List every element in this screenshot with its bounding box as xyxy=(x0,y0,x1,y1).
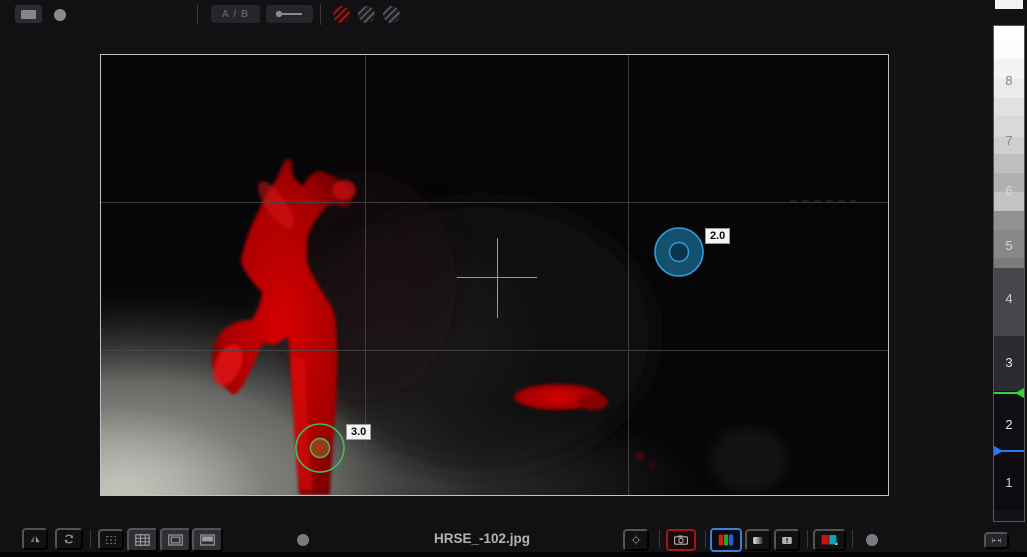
focus-mask-colors-icon xyxy=(821,535,838,545)
rgb-histogram-icon xyxy=(718,534,734,546)
zone-marker[interactable] xyxy=(994,388,1024,398)
divider xyxy=(807,530,808,548)
frame-overlay-button[interactable] xyxy=(160,528,191,552)
zone-band xyxy=(994,98,1024,116)
sample-value-label: 3.0 xyxy=(346,424,372,440)
exposure-zone-scale[interactable]: 8 7 6 5 4 3 2 1 xyxy=(993,25,1025,522)
camera-icon xyxy=(674,535,688,545)
zone-label-8: 8 xyxy=(1005,73,1013,88)
status-dot xyxy=(297,534,309,546)
exposure-sample-marker[interactable] xyxy=(653,226,705,278)
focus-mask-red-icon[interactable] xyxy=(333,6,350,23)
flip-horizontal-icon xyxy=(30,535,40,543)
zone-label-1: 1 xyxy=(1005,475,1013,490)
rgb-histogram-button[interactable] xyxy=(710,528,742,552)
rotate-icon xyxy=(64,534,74,544)
image-viewport[interactable]: 2.0 3.0 xyxy=(100,54,889,496)
exposure-warning-button[interactable] xyxy=(774,529,800,551)
zone-label-7: 7 xyxy=(1005,133,1013,148)
sample-circle-icon xyxy=(295,423,345,473)
zone-band xyxy=(994,154,1024,173)
divider xyxy=(852,530,853,548)
crosshair-target-icon xyxy=(631,535,641,545)
adjustment-slider-button[interactable] xyxy=(266,5,313,23)
target-button[interactable] xyxy=(623,529,649,551)
rotate-button[interactable] xyxy=(55,528,83,550)
mask-overlay-icon xyxy=(200,534,215,546)
focus-frame-icon xyxy=(106,535,116,544)
focus-frame-button[interactable] xyxy=(98,529,124,550)
divider xyxy=(659,530,660,548)
sample-circle-icon xyxy=(654,227,704,277)
window-edge xyxy=(0,552,1027,557)
slider-icon xyxy=(275,10,302,18)
status-dot xyxy=(866,534,878,546)
camera-live-button[interactable] xyxy=(666,529,696,551)
top-toolbar: A / B xyxy=(0,0,1027,30)
grayscale-button[interactable] xyxy=(745,529,771,551)
divider xyxy=(90,530,91,548)
exposure-warning-icon xyxy=(782,536,792,544)
zone-band xyxy=(994,258,1024,268)
clipped-scale-top xyxy=(995,0,1023,9)
bottom-toolbar: HRSE_-102.jpg xyxy=(0,525,1027,552)
zone-band xyxy=(994,211,1024,230)
zone-marker-arrow xyxy=(994,446,1003,456)
zone-band xyxy=(994,510,1024,521)
exposure-sample-marker[interactable] xyxy=(294,422,346,474)
zone-marker-arrow xyxy=(1015,388,1024,398)
grid-overlay-button[interactable] xyxy=(127,528,158,552)
overlay-stripe-icon[interactable] xyxy=(358,6,375,23)
zone-label-4: 4 xyxy=(1005,291,1013,306)
zone-label-2: 2 xyxy=(1005,417,1013,432)
zone-marker[interactable] xyxy=(994,446,1024,456)
fit-width-icon xyxy=(992,538,1001,543)
grid-overlay-icon xyxy=(135,534,150,546)
sample-value-label: 2.0 xyxy=(705,228,731,244)
overlay-stripe-icon[interactable] xyxy=(383,6,400,23)
zone-label-6: 6 xyxy=(1005,183,1013,198)
frame-overlay-icon xyxy=(168,534,183,546)
display-icon xyxy=(21,9,36,19)
fit-width-button[interactable] xyxy=(984,532,1009,549)
filename-label: HRSE_-102.jpg xyxy=(433,531,531,546)
ab-compare-button[interactable]: A / B xyxy=(211,5,260,23)
divider xyxy=(320,4,321,25)
focus-mask-colors-button[interactable] xyxy=(813,529,846,551)
grayscale-icon xyxy=(753,536,763,544)
zone-label-3: 3 xyxy=(1005,355,1013,370)
flip-horizontal-button[interactable] xyxy=(22,528,48,550)
status-dot xyxy=(54,9,66,21)
divider xyxy=(705,530,706,548)
display-proof-button[interactable] xyxy=(15,5,42,23)
photo-horse-focus-mask xyxy=(101,55,888,495)
divider xyxy=(197,4,198,25)
zone-band xyxy=(994,26,1024,41)
zone-label-5: 5 xyxy=(1005,238,1013,253)
mask-overlay-button[interactable] xyxy=(192,528,223,552)
zone-band xyxy=(994,41,1024,59)
